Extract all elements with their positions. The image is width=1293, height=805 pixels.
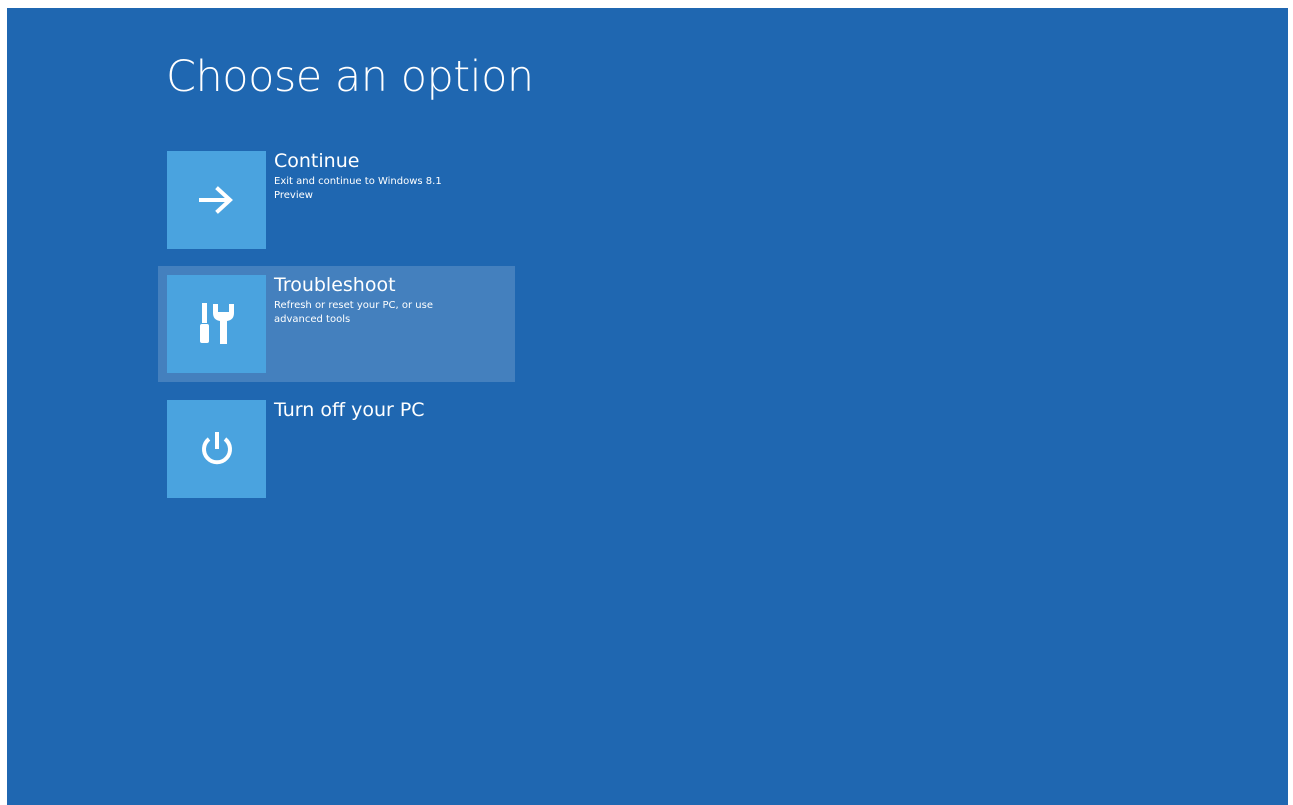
option-continue[interactable]: Continue Exit and continue to Windows 8.… [158,142,515,258]
arrow-right-icon [198,186,233,214]
option-troubleshoot-description: Refresh or reset your PC, or use advance… [274,300,433,325]
option-continue-description: Exit and continue to Windows 8.1 Preview [274,176,442,201]
recovery-screen: Choose an option Continue Exit and conti… [7,8,1288,805]
option-troubleshoot[interactable]: Troubleshoot Refresh or reset your PC, o… [158,266,515,382]
option-turn-off[interactable]: Turn off your PC [158,391,515,507]
power-icon [201,432,232,465]
option-troubleshoot-title: Troubleshoot [274,274,396,296]
option-turn-off-title: Turn off your PC [274,399,425,421]
page-title: Choose an option [166,52,534,102]
option-continue-title: Continue [274,150,360,172]
option-troubleshoot-tile[interactable] [167,275,266,373]
tools-icon [199,303,234,344]
option-continue-tile[interactable] [167,151,266,249]
option-turn-off-tile[interactable] [167,400,266,498]
